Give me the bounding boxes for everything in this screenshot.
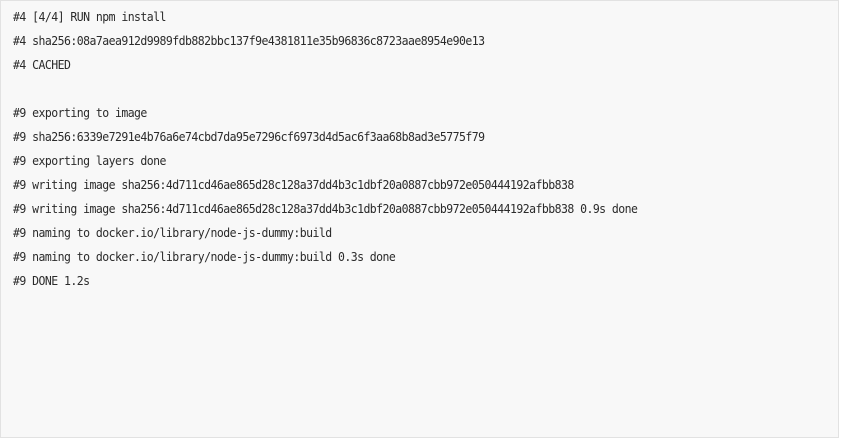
- log-line: #4 [4/4] RUN npm install: [13, 9, 166, 24]
- log-line: #4 CACHED: [13, 57, 71, 72]
- build-log-panel: #4 [4/4] RUN npm install #4 sha256:08a7a…: [0, 0, 839, 438]
- log-line: #9 exporting layers done: [13, 153, 166, 168]
- log-line: #9 naming to docker.io/library/node-js-d…: [13, 249, 396, 264]
- log-line: #9 sha256:6339e7291e4b76a6e74cbd7da95e72…: [13, 129, 485, 144]
- log-line: #4 sha256:08a7aea912d9989fdb882bbc137f9e…: [13, 33, 485, 48]
- log-line: #9 naming to docker.io/library/node-js-d…: [13, 225, 332, 240]
- log-line: #9 exporting to image: [13, 105, 147, 120]
- log-line: #9 writing image sha256:4d711cd46ae865d2…: [13, 177, 574, 192]
- log-line: #9 DONE 1.2s: [13, 273, 90, 288]
- log-line: #9 writing image sha256:4d711cd46ae865d2…: [13, 201, 638, 216]
- log-line-blank: [13, 77, 772, 101]
